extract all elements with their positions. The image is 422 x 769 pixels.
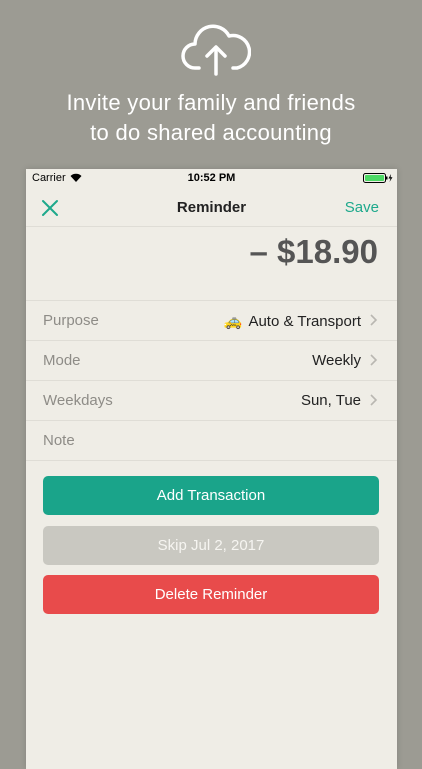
promo-headline: Invite your family and friends to do sha… xyxy=(0,88,422,148)
note-row[interactable]: Note xyxy=(26,420,397,461)
purpose-value-wrap: 🚕 Auto & Transport xyxy=(224,312,361,330)
promo-headline-line1: Invite your family and friends xyxy=(66,90,356,115)
cloud-upload-icon xyxy=(181,24,251,76)
note-label: Note xyxy=(43,432,75,449)
purpose-value: Auto & Transport xyxy=(248,313,361,330)
chevron-right-icon xyxy=(370,354,378,366)
nav-bar: Reminder Save xyxy=(26,189,397,227)
weekdays-row[interactable]: Weekdays Sun, Tue xyxy=(26,380,397,420)
skip-button[interactable]: Skip Jul 2, 2017 xyxy=(43,526,379,565)
weekdays-label: Weekdays xyxy=(43,392,113,409)
purpose-label: Purpose xyxy=(43,312,99,329)
promo-headline-line2: to do shared accounting xyxy=(90,120,332,145)
phone-screen: Carrier 10:52 PM Reminder Save – $18.90 … xyxy=(26,169,397,769)
mode-row[interactable]: Mode Weekly xyxy=(26,340,397,380)
promo-banner: Invite your family and friends to do sha… xyxy=(0,0,422,170)
chevron-right-icon xyxy=(370,314,378,326)
delete-reminder-button[interactable]: Delete Reminder xyxy=(43,575,379,614)
status-bar: Carrier 10:52 PM xyxy=(26,169,397,189)
page-title: Reminder xyxy=(176,199,247,216)
add-transaction-button[interactable]: Add Transaction xyxy=(43,476,379,515)
save-button[interactable]: Save xyxy=(345,199,379,216)
chevron-right-icon xyxy=(370,394,378,406)
amount-display[interactable]: – $18.90 xyxy=(250,233,378,271)
reminder-fields: Purpose 🚕 Auto & Transport Mode Weekly We… xyxy=(26,300,397,461)
mode-label: Mode xyxy=(43,352,81,369)
taxi-icon: 🚕 xyxy=(223,313,243,330)
purpose-row[interactable]: Purpose 🚕 Auto & Transport xyxy=(26,300,397,340)
status-time: 10:52 PM xyxy=(187,172,236,184)
mode-value: Weekly xyxy=(312,352,361,369)
weekdays-value: Sun, Tue xyxy=(300,392,361,409)
battery-icon xyxy=(363,173,393,183)
